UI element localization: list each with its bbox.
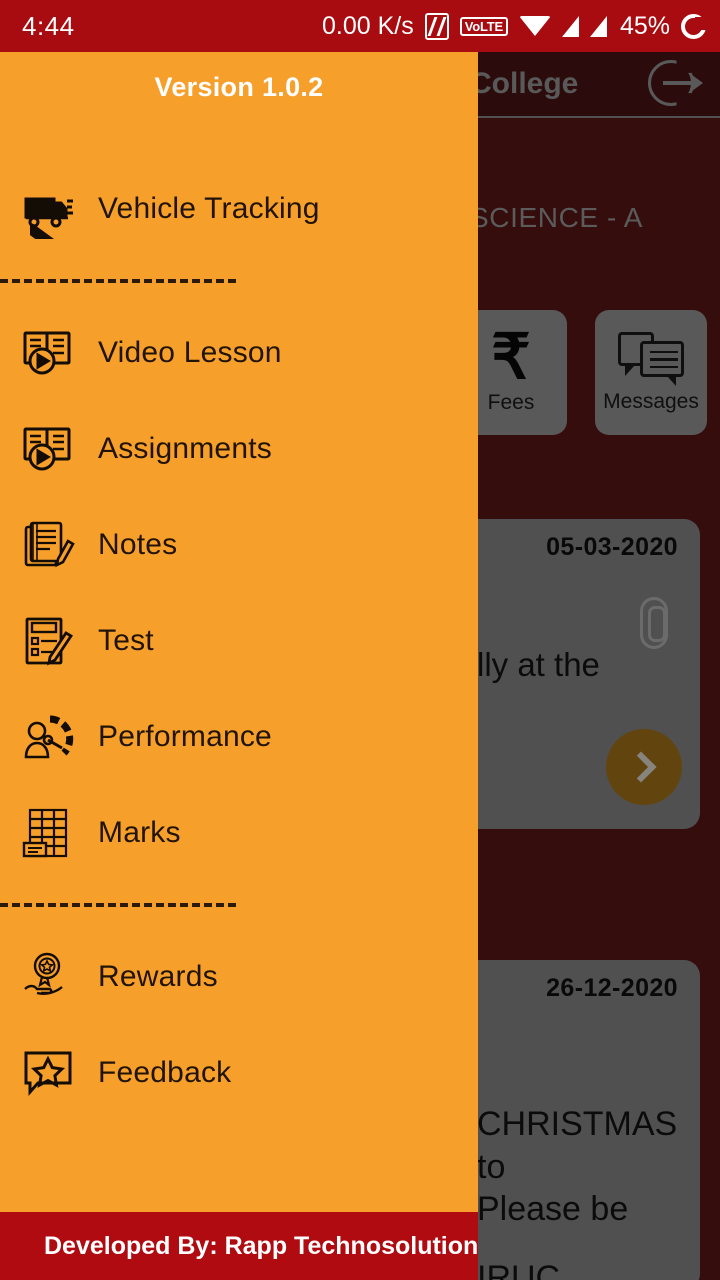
menu-item-marks[interactable]: Marks	[0, 785, 478, 881]
menu-item-label: Video Lesson	[98, 336, 282, 369]
drawer-footer-text: Developed By: Rapp Technosolutions	[44, 1231, 478, 1260]
menu-divider	[0, 903, 236, 907]
signal-bars-icon-2	[589, 15, 607, 37]
menu-item-label: Performance	[98, 720, 272, 753]
menu-item-label: Rewards	[98, 960, 218, 993]
feedback-icon	[20, 1045, 76, 1101]
menu-item-assignments[interactable]: Assignments	[0, 401, 478, 497]
assignments-icon	[20, 421, 76, 477]
menu-item-label: Assignments	[98, 432, 272, 465]
menu-item-feedback[interactable]: Feedback	[0, 1025, 478, 1121]
truck-icon	[20, 181, 76, 237]
status-bar: 4:44 0.00 K/s VoLTE 45%	[0, 0, 720, 52]
menu-item-label: Marks	[98, 816, 181, 849]
wifi-icon	[518, 16, 551, 36]
menu-item-video-lesson[interactable]: Video Lesson	[0, 305, 478, 401]
test-icon	[20, 613, 76, 669]
menu-item-vehicle-tracking[interactable]: Vehicle Tracking	[0, 161, 478, 257]
drawer-menu-list[interactable]: Vehicle Tracking Video Lesson Assignment…	[0, 161, 478, 1121]
phone-screen: 4:44 0.00 K/s VoLTE 45% College SCIENCE …	[0, 0, 720, 1280]
menu-item-performance[interactable]: Performance	[0, 689, 478, 785]
status-icons: 0.00 K/s VoLTE 45%	[322, 12, 706, 41]
volte-icon: VoLTE	[459, 16, 508, 36]
network-speed-text: 0.00 K/s	[321, 11, 414, 40]
marks-icon	[20, 805, 76, 861]
navigation-drawer: Version 1.0.2 Vehicle Tracking Video Les…	[0, 52, 478, 1280]
drawer-version-label: Version 1.0.2	[154, 72, 324, 102]
nfc-icon	[424, 12, 449, 40]
menu-item-rewards[interactable]: Rewards	[0, 929, 478, 1025]
menu-item-label: Feedback	[98, 1056, 232, 1089]
notes-icon	[20, 517, 76, 573]
signal-bars-icon-1	[561, 15, 579, 37]
menu-item-notes[interactable]: Notes	[0, 497, 478, 593]
rewards-icon	[20, 949, 76, 1005]
video-lesson-icon	[20, 325, 76, 381]
performance-icon	[20, 709, 76, 765]
battery-percent-text: 45%	[619, 11, 670, 40]
drawer-footer: Developed By: Rapp Technosolutions	[0, 1212, 478, 1280]
status-time: 4:44	[22, 10, 75, 41]
menu-item-test[interactable]: Test	[0, 593, 478, 689]
menu-divider	[0, 279, 236, 283]
menu-item-label: Test	[98, 624, 154, 657]
menu-item-label: Notes	[98, 528, 178, 561]
menu-item-label: Vehicle Tracking	[98, 192, 320, 225]
battery-icon	[681, 13, 706, 39]
